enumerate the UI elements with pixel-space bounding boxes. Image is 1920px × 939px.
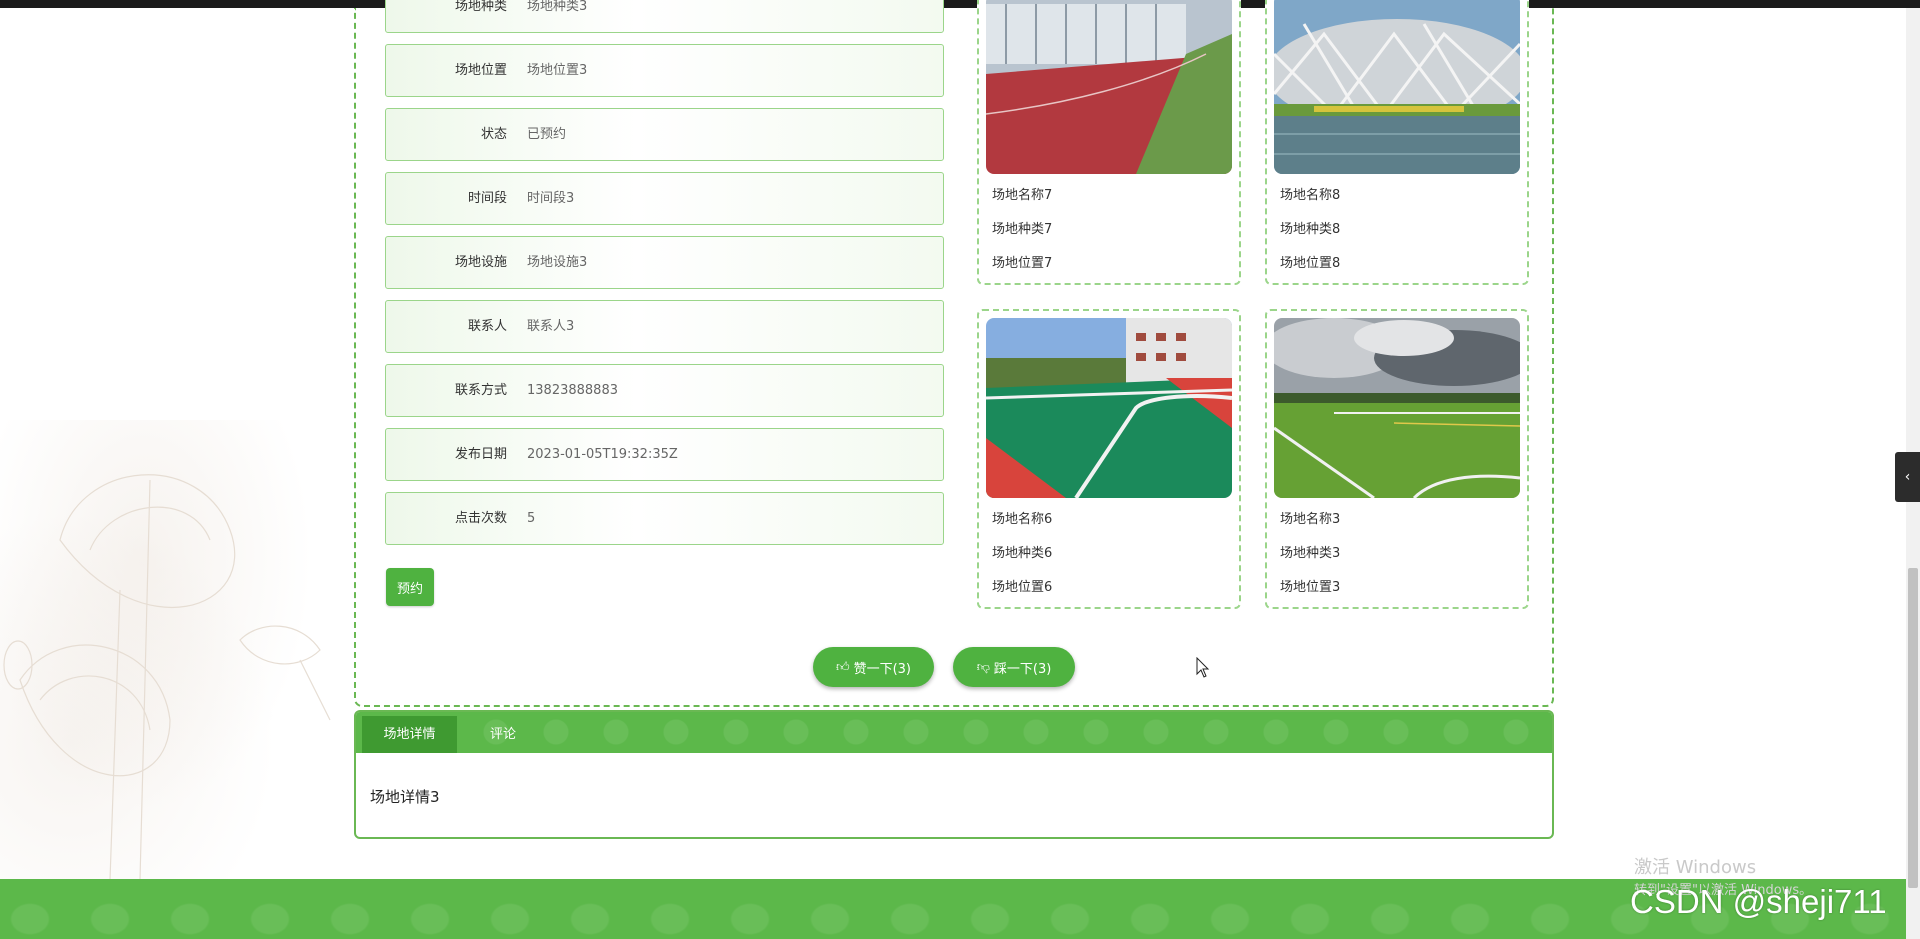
detail-row-publish-date: 发布日期 2023-01-05T19:32:35Z xyxy=(385,428,944,481)
recommend-name: 场地名称6 xyxy=(992,512,1053,527)
detail-row-location: 场地位置 场地位置3 xyxy=(385,44,944,97)
green-court-photo[interactable] xyxy=(986,318,1232,498)
recommend-location: 场地位置6 xyxy=(992,580,1053,595)
detail-value: 时间段3 xyxy=(527,191,575,206)
thumbs-up-icon: 👍︎ xyxy=(835,659,850,675)
recommend-location: 场地位置3 xyxy=(1280,580,1341,595)
detail-row-time-slot: 时间段 时间段3 xyxy=(385,172,944,225)
detail-value: 13823888883 xyxy=(527,383,618,398)
top-bar xyxy=(0,0,1920,8)
page-footer xyxy=(0,879,1906,939)
book-button[interactable]: 预约 xyxy=(386,568,434,606)
detail-value: 场地设施3 xyxy=(527,255,588,270)
dislike-label: 踩一下(3) xyxy=(993,661,1052,677)
detail-label: 场地设施 xyxy=(454,255,507,270)
recommend-name: 场地名称8 xyxy=(1280,188,1341,203)
recommend-card[interactable]: 场地名称3 场地种类3 场地位置3 xyxy=(1265,309,1529,609)
detail-row-type: 场地种类 场地种类3 xyxy=(385,0,944,33)
detail-value: 场地种类3 xyxy=(527,0,588,14)
detail-row-click-count: 点击次数 5 xyxy=(385,492,944,545)
tab-content-text: 场地详情3 xyxy=(370,788,440,806)
detail-row-contact: 联系人 联系人3 xyxy=(385,300,944,353)
tabs-bar: 场地详情 评论 xyxy=(356,712,1552,753)
like-button[interactable]: 👍︎ 赞一下(3) xyxy=(813,647,934,687)
football-field-photo[interactable] xyxy=(1274,318,1520,498)
detail-label: 联系方式 xyxy=(454,383,507,398)
floral-background-decoration xyxy=(0,420,360,880)
recommend-card[interactable]: 场地名称8 场地种类8 场地位置8 xyxy=(1265,0,1529,285)
recommend-type: 场地种类3 xyxy=(1280,546,1341,561)
detail-value: 场地位置3 xyxy=(527,63,588,78)
red-running-track-photo[interactable] xyxy=(986,0,1232,174)
birds-nest-stadium-photo[interactable] xyxy=(1274,0,1520,174)
detail-label: 场地种类 xyxy=(454,0,507,14)
csdn-watermark: CSDN @sheji711 xyxy=(1630,883,1887,920)
detail-row-status: 状态 已预约 xyxy=(385,108,944,161)
detail-value: 2023-01-05T19:32:35Z xyxy=(527,447,678,462)
detail-label: 场地位置 xyxy=(454,63,507,78)
detail-value: 已预约 xyxy=(527,127,567,142)
dislike-button[interactable]: 👎︎ 踩一下(3) xyxy=(953,647,1075,687)
recommend-type: 场地种类8 xyxy=(1280,222,1341,237)
detail-row-facilities: 场地设施 场地设施3 xyxy=(385,236,944,289)
mouse-cursor-icon xyxy=(1196,657,1210,678)
side-panel-toggle-button[interactable]: ‹ xyxy=(1895,452,1920,502)
tab-comments[interactable]: 评论 xyxy=(457,716,549,753)
detail-tabs-panel: 场地详情 评论 场地详情3 xyxy=(354,710,1554,839)
like-label: 赞一下(3) xyxy=(853,661,911,677)
recommend-card[interactable]: 场地名称7 场地种类7 场地位置7 xyxy=(977,0,1241,285)
detail-label: 点击次数 xyxy=(454,511,507,526)
detail-label: 状态 xyxy=(480,127,507,142)
detail-value: 联系人3 xyxy=(527,319,575,334)
detail-value: 5 xyxy=(527,511,536,526)
recommend-name: 场地名称3 xyxy=(1280,512,1341,527)
scrollbar-thumb[interactable] xyxy=(1908,568,1918,888)
detail-label: 发布日期 xyxy=(454,447,507,462)
chevron-left-icon: ‹ xyxy=(1904,469,1911,485)
recommend-card[interactable]: 场地名称6 场地种类6 场地位置6 xyxy=(977,309,1241,609)
recommend-location: 场地位置8 xyxy=(1280,256,1341,271)
detail-label: 联系人 xyxy=(467,319,507,334)
recommend-type: 场地种类6 xyxy=(992,546,1053,561)
recommend-location: 场地位置7 xyxy=(992,256,1053,271)
recommend-type: 场地种类7 xyxy=(992,222,1053,237)
windows-activation-notice: 激活 Windows xyxy=(1634,857,1757,878)
detail-row-phone: 联系方式 13823888883 xyxy=(385,364,944,417)
recommend-name: 场地名称7 xyxy=(992,188,1053,203)
detail-label: 时间段 xyxy=(467,191,507,206)
thumbs-down-icon: 👎︎ xyxy=(976,659,990,675)
tab-venue-detail[interactable]: 场地详情 xyxy=(362,716,457,753)
